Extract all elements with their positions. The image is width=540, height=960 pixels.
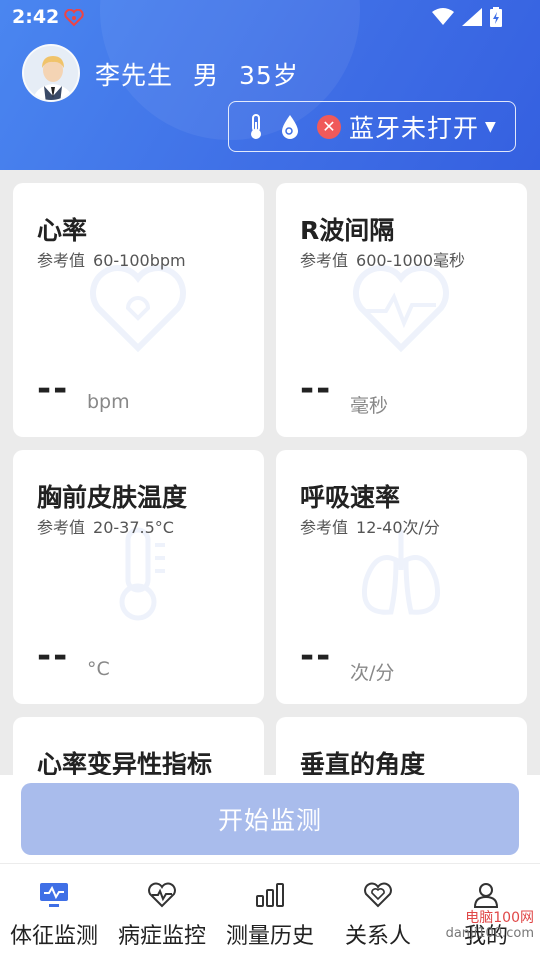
card-reference: 参考值 600-1000毫秒 [300,247,465,271]
status-time: 2:42 [12,6,60,28]
vitals-monitor-icon [38,880,70,910]
start-button-area: 开始监测 [0,775,540,863]
bar-chart-icon [254,880,286,910]
battery-icon [490,7,502,27]
card-value: -- [300,636,333,676]
ref-label: 参考值 [300,518,349,537]
card-value: -- [37,369,70,409]
user-gender: 男 [193,61,220,90]
card-unit: 次/分 [350,662,395,684]
tab-label: 关系人 [344,924,411,949]
tab-label: 体征监测 [9,924,98,949]
header: 2:42 李先生 男 35岁 ✕ 蓝牙未打开 ▼ [0,0,540,170]
user-name: 李先生 [95,61,174,90]
card-r-wave-interval[interactable]: R波间隔 参考值 600-1000毫秒 -- 毫秒 [276,183,527,437]
ref-value: 12-40次/分 [356,518,440,537]
card-reference: 参考值 12-40次/分 [300,514,440,538]
user-age: 35岁 [239,61,299,90]
card-hrv[interactable]: 心率变异性指标 [13,717,264,775]
wifi-icon [432,8,454,25]
card-title: 垂直的角度 [300,750,426,775]
bluetooth-status-dropdown[interactable]: ✕ 蓝牙未打开 ▼ [228,101,516,152]
vitals-card-grid: 心率 参考值 60-100bpm -- bpm R波间隔 参考值 600-1000毫… [13,183,527,775]
ref-label: 参考值 [37,251,86,270]
card-value: -- [37,636,70,676]
card-title: 胸前皮肤温度 [37,483,188,512]
user-info: 李先生 男 35岁 [95,56,299,92]
status-bar: 2:42 [0,0,540,36]
ref-value: 60-100bpm [93,251,186,270]
card-title: 呼吸速率 [300,483,401,512]
card-value: -- [300,369,333,409]
tab-contacts[interactable]: 关系人 [324,864,432,960]
notification-app-icon [64,9,84,27]
tab-label: 病症监控 [117,924,206,949]
heart-pulse-icon [146,880,178,910]
card-title: 心率变异性指标 [37,750,213,775]
thermometer-icon [245,113,267,141]
site-watermark: 电脑100网 danji100.com [446,910,534,942]
ref-value: 20-37.5°C [93,518,174,537]
tab-history[interactable]: 测量历史 [216,864,324,960]
card-title: 心率 [37,216,88,245]
signal-icon [462,8,482,26]
ref-label: 参考值 [37,518,86,537]
avatar[interactable] [22,44,80,102]
card-heart-rate[interactable]: 心率 参考值 60-100bpm -- bpm [13,183,264,437]
card-unit: bpm [87,391,130,413]
person-icon [470,880,502,910]
chevron-down-icon: ▼ [485,118,496,135]
card-unit: °C [87,658,110,680]
card-reference: 参考值 60-100bpm [37,247,186,271]
ref-label: 参考值 [300,251,349,270]
card-title: R波间隔 [300,216,395,245]
bluetooth-error-icon: ✕ [317,114,341,139]
tab-vitals[interactable]: 体征监测 [0,864,108,960]
oxygen-drop-icon [279,113,301,141]
card-respiration-rate[interactable]: 呼吸速率 参考值 12-40次/分 -- 次/分 [276,450,527,704]
watermark-brand: 电脑100网 [465,910,534,926]
card-vertical-angle[interactable]: 垂直的角度 [276,717,527,775]
hearts-icon [362,880,394,910]
ref-value: 600-1000毫秒 [356,251,466,270]
tab-label: 测量历史 [225,924,314,949]
card-reference: 参考值 20-37.5°C [37,514,174,538]
watermark-site: danji100.com [445,926,534,941]
start-monitoring-button[interactable]: 开始监测 [21,783,519,855]
bluetooth-status-text: 蓝牙未打开 [349,113,480,143]
tab-disease-monitor[interactable]: 病症监控 [108,864,216,960]
card-chest-skin-temp[interactable]: 胸前皮肤温度 参考值 20-37.5°C -- °C [13,450,264,704]
card-unit: 毫秒 [350,395,389,417]
